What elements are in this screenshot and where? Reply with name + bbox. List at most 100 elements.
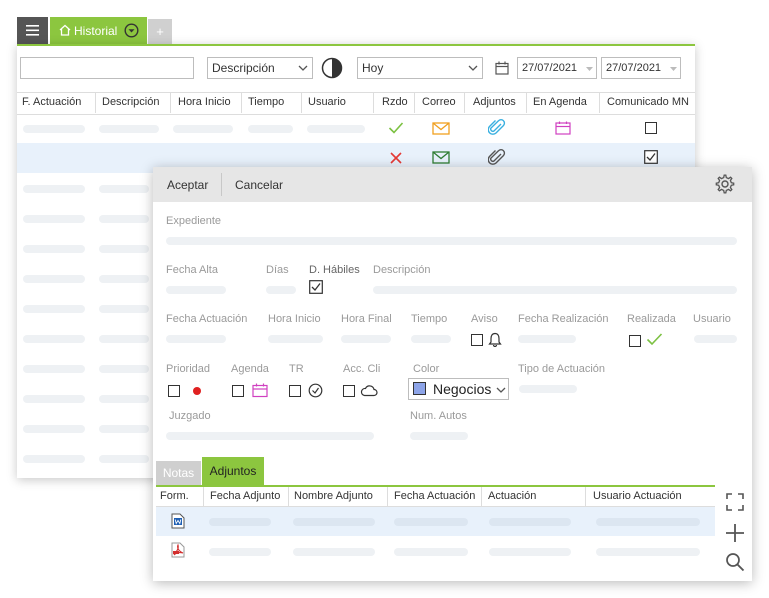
label-usuario: Usuario <box>693 313 731 325</box>
agenda-checkbox[interactable] <box>232 385 244 397</box>
col-hora-inicio[interactable]: Hora Inicio <box>178 92 231 113</box>
col-separator <box>301 92 302 113</box>
label-fecha-realizacion: Fecha Realización <box>518 313 609 325</box>
prioridad-checkbox[interactable] <box>168 385 180 397</box>
search-input[interactable] <box>20 57 194 79</box>
descripcion-field[interactable] <box>373 286 737 294</box>
tr-checkbox[interactable] <box>289 385 301 397</box>
acc-cli-checkbox[interactable] <box>343 385 355 397</box>
add-icon[interactable] <box>725 523 745 543</box>
skeleton-cell <box>23 365 85 373</box>
skeleton-cell <box>23 125 85 133</box>
date-to-input[interactable]: 27/07/2021 <box>601 57 681 79</box>
skeleton-cell <box>209 548 271 556</box>
tipo-actuacion-field[interactable] <box>519 385 577 393</box>
col-en-agenda[interactable]: En Agenda <box>533 92 587 113</box>
realizada-checkbox[interactable] <box>629 335 641 347</box>
skeleton-cell <box>23 245 85 253</box>
agenda-icon <box>252 383 268 398</box>
add-tab-button[interactable]: + <box>148 19 172 44</box>
label-hora-inicio: Hora Inicio <box>268 313 321 325</box>
col-actuacion[interactable]: Actuación <box>488 487 536 506</box>
paperclip-icon[interactable] <box>488 119 506 137</box>
field-select-value: Descripción <box>212 61 275 75</box>
period-select[interactable]: Hoy <box>357 57 483 79</box>
col-adjuntos[interactable]: Adjuntos <box>473 92 516 113</box>
skeleton-cell <box>293 548 375 556</box>
mail-icon[interactable] <box>432 151 450 164</box>
color-select[interactable]: Negocios <box>408 378 509 400</box>
search-icon[interactable] <box>725 552 745 572</box>
comunicado-checkbox[interactable] <box>645 122 657 134</box>
juzgado-field[interactable] <box>166 432 374 440</box>
chevron-down-icon <box>298 65 308 71</box>
expediente-field[interactable] <box>166 237 737 245</box>
comunicado-checkbox-checked[interactable] <box>644 150 658 164</box>
skeleton-cell <box>99 395 149 403</box>
dias-field[interactable] <box>266 286 296 294</box>
gear-icon[interactable] <box>715 174 735 194</box>
skeleton-cell <box>99 425 149 433</box>
label-d-habiles: D. Hábiles <box>309 264 360 276</box>
chevron-down-icon <box>496 387 506 393</box>
header-bottom-border <box>17 114 695 115</box>
cancel-button[interactable]: Cancelar <box>235 178 283 192</box>
col-f-actuacion[interactable]: F. Actuación <box>22 92 81 113</box>
hamburger-icon <box>26 25 39 36</box>
col-form[interactable]: Form. <box>160 487 189 506</box>
col-nombre-adjunto[interactable]: Nombre Adjunto <box>294 487 373 506</box>
color-select-value: Negocios <box>433 381 492 397</box>
chevron-down-circle-icon[interactable] <box>124 23 139 38</box>
fecha-actuacion-field[interactable] <box>166 335 226 343</box>
skeleton-cell <box>99 275 149 283</box>
menu-button[interactable] <box>17 17 48 44</box>
tab-notas[interactable]: Notas <box>156 461 201 485</box>
label-aviso: Aviso <box>471 313 498 325</box>
tiempo-field[interactable] <box>411 335 451 343</box>
aviso-checkbox[interactable] <box>471 334 483 346</box>
skeleton-cell <box>99 185 149 193</box>
label-num-autos: Num. Autos <box>410 410 467 422</box>
paperclip-icon[interactable] <box>488 149 506 167</box>
label-tr: TR <box>289 363 304 375</box>
fecha-realizacion-field[interactable] <box>518 335 576 343</box>
col-correo[interactable]: Correo <box>422 92 456 113</box>
agenda-icon[interactable] <box>555 121 571 135</box>
tab-adjuntos[interactable]: Adjuntos <box>202 457 264 485</box>
col-rzdo[interactable]: Rzdo <box>382 92 408 113</box>
col-usuario[interactable]: Usuario <box>308 92 346 113</box>
label-descripcion: Descripción <box>373 264 431 276</box>
caret-down-icon <box>670 67 677 71</box>
date-from-input[interactable]: 27/07/2021 <box>517 57 597 79</box>
col-usuario-actuacion[interactable]: Usuario Actuación <box>593 487 682 506</box>
mail-icon[interactable] <box>432 122 450 135</box>
cloud-icon <box>360 385 378 397</box>
hora-inicio-field[interactable] <box>268 335 323 343</box>
hora-final-field[interactable] <box>341 335 391 343</box>
fecha-alta-field[interactable] <box>166 286 226 294</box>
col-descripcion[interactable]: Descripción <box>102 92 159 113</box>
col-separator <box>203 487 204 506</box>
clock-icon <box>308 383 323 398</box>
col-fecha-adjunto[interactable]: Fecha Adjunto <box>210 487 280 506</box>
skeleton-cell <box>99 215 149 223</box>
contrast-toggle-icon[interactable] <box>321 57 343 79</box>
col-tiempo[interactable]: Tiempo <box>248 92 284 113</box>
label-fecha-alta: Fecha Alta <box>166 264 218 276</box>
tab-historial[interactable]: Historial <box>50 17 147 44</box>
num-autos-field[interactable] <box>410 432 468 440</box>
col-separator <box>373 92 374 113</box>
col-separator <box>481 487 482 506</box>
calendar-icon[interactable] <box>495 61 509 75</box>
pdf-file-icon <box>171 542 185 558</box>
accept-button[interactable]: Aceptar <box>167 178 208 192</box>
d-habiles-checkbox[interactable] <box>309 280 323 294</box>
skeleton-cell <box>23 215 85 223</box>
col-comunicado-mn[interactable]: Comunicado MN <box>607 92 689 113</box>
skeleton-cell <box>293 518 375 526</box>
field-select[interactable]: Descripción <box>207 57 313 79</box>
skeleton-cell <box>596 518 700 526</box>
expand-icon[interactable] <box>726 493 744 511</box>
usuario-field[interactable] <box>694 335 737 343</box>
col-fecha-actuacion[interactable]: Fecha Actuación <box>394 487 475 506</box>
